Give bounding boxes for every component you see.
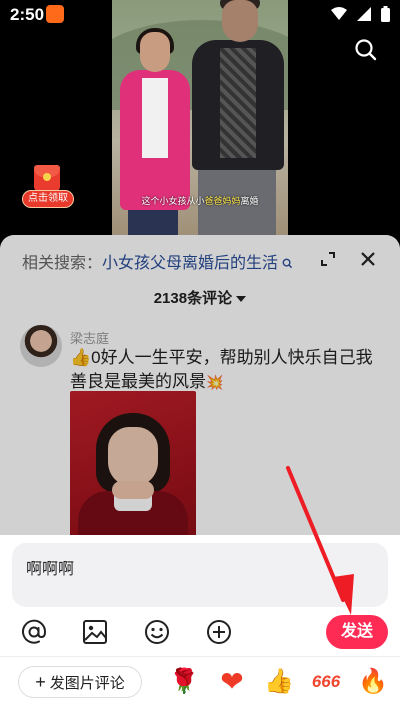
send-button[interactable]: 发送 [326, 615, 388, 649]
expand-icon[interactable] [318, 249, 338, 269]
comment-sheet: 相关搜索：小女孩父母离婚后的生活 2138条评论 梁志庭 👍0好人一生平安，帮助… [0, 235, 400, 710]
related-search-label: 相关搜索： [22, 255, 103, 272]
portrait-face [108, 427, 158, 487]
image-comment-button[interactable]: + 发图片评论 [18, 666, 142, 698]
wifi-icon [331, 7, 347, 20]
comment-input[interactable]: 啊啊啊 [12, 543, 388, 607]
comment-image[interactable] [70, 391, 196, 541]
comment-count-text: 2138条评论 [153, 290, 233, 307]
comment-count[interactable]: 2138条评论 [0, 287, 400, 308]
person-girl-shirt [142, 78, 168, 158]
thumbs-up-emoji: 👍 [70, 348, 92, 367]
subtitle-prefix: 这个小女孩从小 [141, 196, 205, 206]
person-girl-face [140, 32, 170, 72]
rose-emoji-button[interactable]: 🌹 [168, 667, 200, 697]
avatar[interactable] [20, 325, 62, 367]
battery-icon [381, 6, 390, 22]
plus-icon: + [35, 672, 46, 692]
mention-icon[interactable] [19, 617, 49, 647]
red-packet-button[interactable]: 点击领取 [22, 165, 74, 211]
caret-down-icon [236, 296, 247, 303]
status-time: 2:50 [10, 5, 45, 24]
image-icon[interactable] [80, 617, 110, 647]
search-icon[interactable] [354, 38, 378, 62]
person-man-sweater [220, 48, 256, 158]
six-six-six-emoji-button[interactable]: 666 [310, 667, 342, 697]
red-packet-label: 点击领取 [22, 190, 74, 208]
status-icons [331, 6, 390, 22]
comment-username[interactable]: 梁志庭 [70, 328, 109, 347]
emoji-icon[interactable] [142, 617, 172, 647]
video-frame: 这个小女孩从小爸爸妈妈离婚 [112, 0, 288, 235]
image-comment-label: 发图片评论 [49, 674, 125, 692]
comment-text: 👍0好人一生平安，帮助别人快乐自己我善良是最美的风景💥 [70, 346, 385, 394]
portrait-hands [112, 481, 154, 499]
fire-emoji-button[interactable]: 🔥 [357, 667, 389, 697]
related-search-query[interactable]: 小女孩父母离婚后的生活 [102, 255, 278, 272]
subtitle-suffix: 离婚 [240, 196, 259, 206]
video-player[interactable]: 这个小女孩从小爸爸妈妈离婚 点击领取 [0, 0, 400, 235]
search-small-icon [283, 258, 293, 269]
video-subtitle: 这个小女孩从小爸爸妈妈离婚 [112, 194, 288, 207]
heart-emoji-button[interactable]: ❤ [216, 667, 248, 697]
app-notification-icon [46, 5, 64, 23]
status-bar: 2:50 [0, 0, 400, 28]
subtitle-highlight: 爸爸妈妈 [204, 196, 241, 206]
sparkle-emoji: 💥 [206, 374, 224, 390]
divider [0, 656, 400, 657]
comment-composer: 啊啊啊 发送 + 发图片评论 🌹 ❤ 👍 666 🔥 [0, 535, 400, 710]
close-icon[interactable] [358, 249, 378, 269]
signal-icon [357, 7, 371, 21]
thumbs-up-emoji-button[interactable]: 👍 [263, 667, 295, 697]
red-packet-coin [43, 173, 51, 181]
add-icon[interactable] [204, 617, 234, 647]
related-search[interactable]: 相关搜索：小女孩父母离婚后的生活 [22, 249, 293, 273]
